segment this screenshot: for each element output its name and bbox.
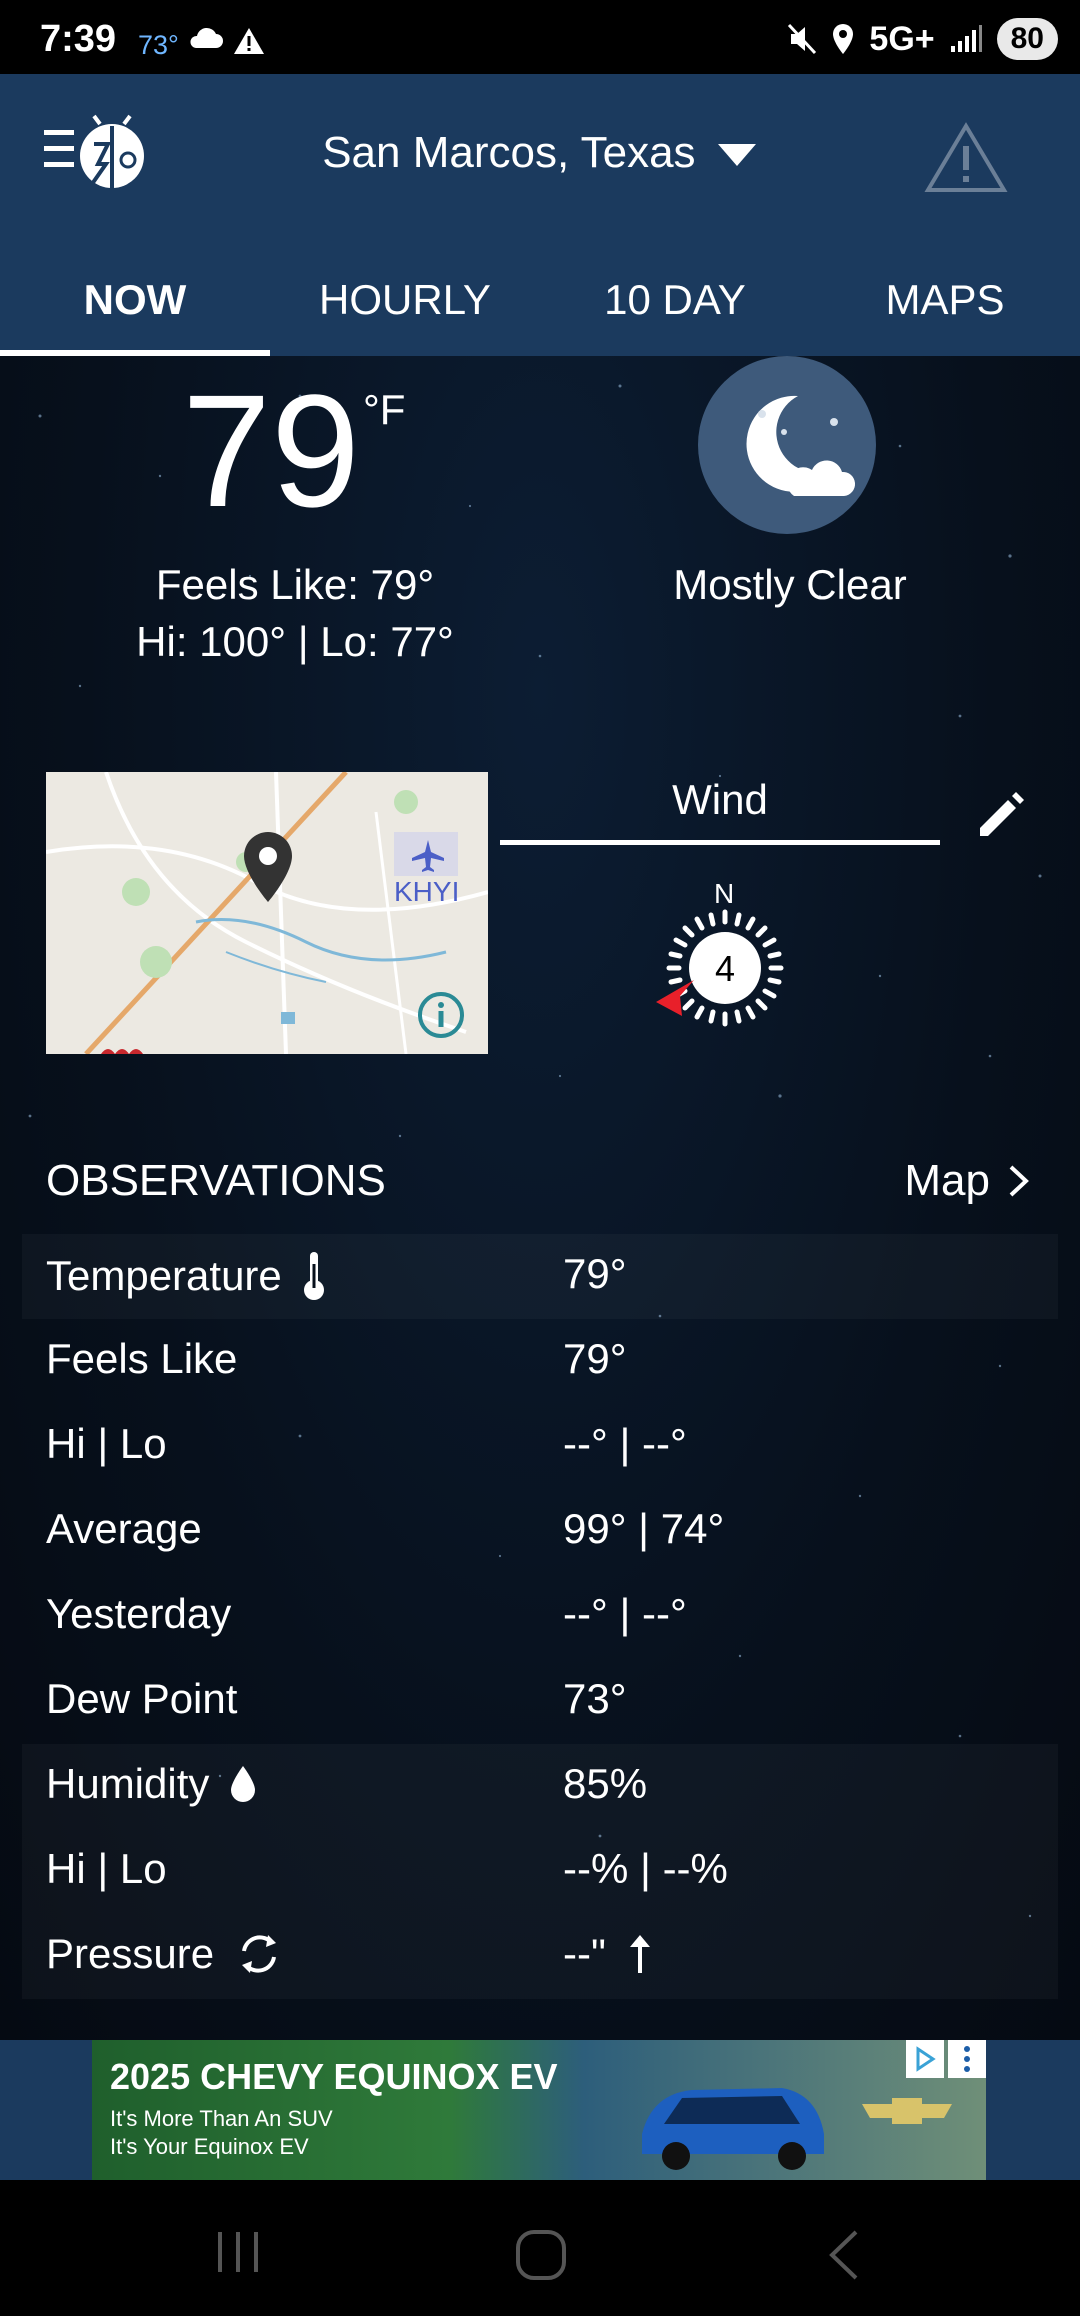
system-nav-bar <box>0 2180 1080 2316</box>
ad-title: 2025 CHEVY EQUINOX EV <box>110 2056 558 2097</box>
wind-compass: N 4 <box>640 878 810 1054</box>
obs-value: 99° | 74° <box>563 1505 725 1552</box>
cloud-icon <box>190 27 223 48</box>
battery-level: 80 <box>996 18 1058 60</box>
obs-row-hi-lo: Hi | Lo --° | --° <box>22 1404 1058 1489</box>
location-icon <box>833 24 854 54</box>
obs-value: 85% <box>563 1760 648 1807</box>
status-time: 7:39 <box>40 18 117 60</box>
tab-bar: NOW HOURLY 10 DAY MAPS <box>0 244 1080 356</box>
airport-code: KHYI <box>394 876 460 907</box>
tab-hourly[interactable]: HOURLY <box>270 244 540 356</box>
obs-row-pressure: Pressure --" <box>22 1914 1058 1999</box>
ad-banner[interactable]: 2025 CHEVY EQUINOX EV It's More Than An … <box>0 2040 1080 2180</box>
ad-choices[interactable] <box>906 2040 986 2078</box>
info-icon[interactable] <box>416 990 466 1040</box>
moon-cloud-icon <box>698 356 876 534</box>
chevrolet-logo <box>852 2096 962 2131</box>
obs-value: 79° <box>563 1250 627 1297</box>
signal-icon <box>950 25 982 52</box>
obs-value: --° | --° <box>563 1420 687 1467</box>
obs-row-average: Average 99° | 74° <box>22 1489 1058 1574</box>
ad-choices-icon[interactable] <box>906 2040 944 2078</box>
home-icon[interactable] <box>514 2228 568 2282</box>
obs-value: --° | --° <box>563 1590 687 1637</box>
obs-row-humidity-hi-lo: Hi | Lo --% | --% <box>22 1829 1058 1914</box>
wind-speed: 4 <box>714 948 736 989</box>
feels-like-text: Feels Like: 79° <box>155 561 435 608</box>
wind-divider <box>500 840 940 845</box>
obs-label: Humidity <box>46 1760 210 1807</box>
status-bar: 7:39 73° 5G+ 80 <box>0 0 1080 74</box>
tab-now[interactable]: NOW <box>0 244 270 356</box>
observations-map-link[interactable]: Map <box>904 1156 1030 1206</box>
car-image <box>642 2088 824 2170</box>
airport-icon <box>412 840 444 872</box>
obs-row-dew-point: Dew Point 73° <box>22 1659 1058 1744</box>
ad-tagline-2: It's Your Equinox EV <box>110 2134 309 2159</box>
obs-row-feels-like: Feels Like 79° <box>22 1319 1058 1404</box>
map-pin-icon <box>244 832 292 902</box>
arrow-up-icon <box>629 1935 650 1973</box>
edit-icon[interactable] <box>972 788 1028 844</box>
current-temperature: 79 <box>182 361 360 540</box>
obs-value: 79° <box>563 1335 627 1382</box>
location-selector[interactable]: San Marcos, Texas <box>0 128 1080 178</box>
obs-label: Average <box>46 1505 202 1552</box>
obs-label: Dew Point <box>46 1675 238 1722</box>
network-type: 5G+ <box>869 19 935 58</box>
observations-title: OBSERVATIONS <box>46 1156 386 1205</box>
chevron-down-icon <box>717 144 756 167</box>
compass-north-label: N <box>714 878 735 909</box>
obs-value: --% | --% <box>563 1845 728 1892</box>
obs-label: Pressure <box>46 1930 215 1977</box>
app-header: San Marcos, Texas NOW HOURLY 10 DAY MAPS <box>0 74 1080 356</box>
location-name: San Marcos, Texas <box>322 128 696 177</box>
obs-value: 73° <box>563 1675 627 1722</box>
now-content[interactable]: 79 °F Feels Like: 79° Hi: 100° | Lo: 77°… <box>0 356 1080 2040</box>
thermometer-icon <box>303 1252 324 1300</box>
obs-label: Hi | Lo <box>46 1420 167 1467</box>
mute-icon <box>788 23 817 55</box>
alert-icon[interactable] <box>924 122 1008 194</box>
warning-icon <box>234 28 264 54</box>
map-link-label: Map <box>904 1156 990 1205</box>
more-options-icon[interactable] <box>948 2040 986 2078</box>
obs-label: Temperature <box>46 1252 282 1299</box>
obs-label: Hi | Lo <box>46 1845 167 1892</box>
obs-value: --" <box>563 1930 606 1977</box>
obs-row-temperature: Temperature 79° <box>22 1234 1058 1319</box>
tab-10-day[interactable]: 10 DAY <box>540 244 810 356</box>
observations-table: Temperature 79° Feels Like 79° Hi | Lo -… <box>22 1234 1058 1999</box>
obs-row-humidity: Humidity 85% <box>22 1744 1058 1829</box>
status-icons: 5G+ 80 <box>787 18 1058 60</box>
hi-lo-text: Hi: 100° | Lo: 77° <box>136 618 454 665</box>
ad-creative[interactable]: 2025 CHEVY EQUINOX EV It's More Than An … <box>92 2040 986 2180</box>
tab-maps[interactable]: MAPS <box>810 244 1080 356</box>
refresh-icon <box>242 1935 277 1973</box>
temperature-unit: °F <box>363 386 406 433</box>
chevron-right-icon <box>1009 1165 1029 1197</box>
condition-text: Mostly Clear <box>673 561 907 608</box>
water-drop-icon <box>231 1766 256 1802</box>
obs-label: Feels Like <box>46 1335 238 1382</box>
status-temp: 73° <box>138 30 179 60</box>
wind-label: Wind <box>672 776 768 823</box>
obs-row-yesterday: Yesterday --° | --° <box>22 1574 1058 1659</box>
back-icon[interactable] <box>826 2228 862 2282</box>
recent-apps-icon[interactable] <box>212 2228 264 2276</box>
location-map[interactable]: KHYI <box>46 772 488 1054</box>
ad-tagline-1: It's More Than An SUV <box>110 2106 333 2131</box>
obs-label: Yesterday <box>46 1590 232 1637</box>
